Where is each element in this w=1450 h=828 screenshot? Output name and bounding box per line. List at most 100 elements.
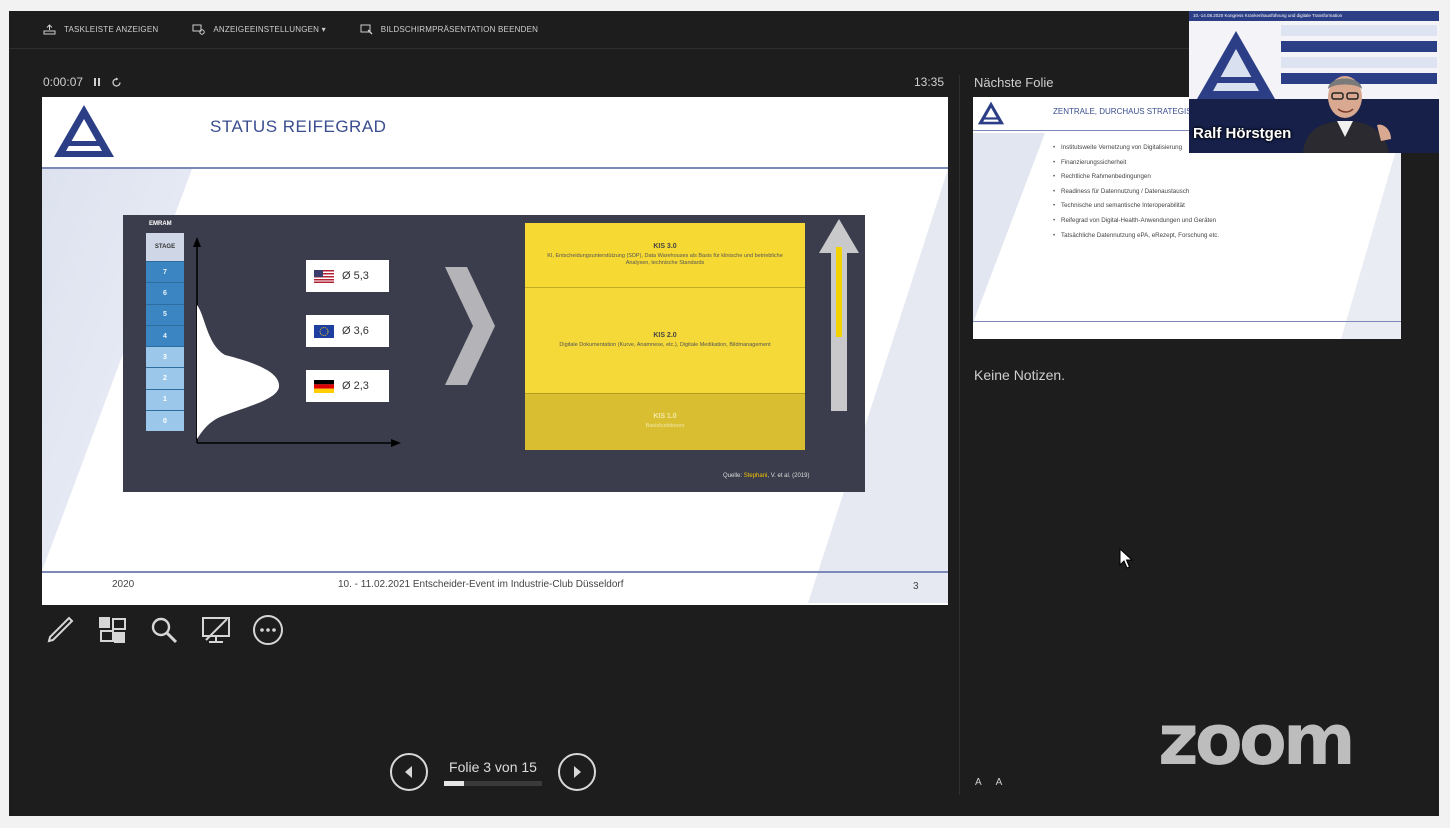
- slide-header-line: [42, 167, 948, 169]
- zoom-watermark: zoom: [1158, 699, 1356, 781]
- slide-counter-label: Folie 3 von 15: [449, 758, 537, 775]
- clock: 13:35: [914, 75, 945, 89]
- stage-column: STAGE 7 6 5 4 3 2 1 0: [146, 233, 184, 447]
- stage-cell: 1: [146, 388, 184, 411]
- magnifier-icon: [151, 617, 178, 644]
- next-slide-button[interactable]: [558, 753, 596, 791]
- stage-header: STAGE: [146, 233, 184, 261]
- pen-icon: [47, 616, 74, 643]
- next-slide-bullet: Tatsächliche Datennutzung ePA, eRezept, …: [1053, 229, 1219, 244]
- presenter-view: TASKLEISTE ANZEIGEN ANZEIGEEINSTELLUNGEN…: [9, 11, 1439, 816]
- slide-navigation: Folie 3 von 15: [390, 753, 596, 791]
- emram-label: EMRAM: [149, 221, 172, 227]
- kis-3-desc: KI, Entscheidungsunterstützung (SDP), Da…: [547, 252, 783, 266]
- de-value: Ø 2,3: [342, 380, 369, 392]
- next-slide-bullet: Finanzierungssicherheit: [1053, 156, 1219, 171]
- eu-flag-icon: [314, 324, 334, 338]
- slide-progress-fill: [444, 780, 464, 786]
- us-value: Ø 5,3: [342, 270, 369, 282]
- next-slide-bullet: Readiness für Datennutzung / Datenaustau…: [1053, 185, 1219, 200]
- restart-icon[interactable]: [111, 77, 122, 88]
- participant-name: Ralf Hörstgen: [1193, 125, 1292, 142]
- source-citation: Quelle: Stephani, V. et al. (2019): [723, 473, 810, 479]
- de-flag-icon: [314, 379, 334, 393]
- kis-2-title: KIS 2.0: [653, 331, 677, 339]
- flag-box-us: Ø 5,3: [306, 260, 389, 292]
- next-slide-footer-line: [973, 321, 1401, 322]
- pen-tool-button[interactable]: [43, 613, 77, 647]
- next-slide-bullet: Technische und semantische Interoperabil…: [1053, 199, 1219, 214]
- video-banner: 10.-14.08.2020 Kongress Krankenhausführu…: [1189, 11, 1439, 21]
- maturity-graphic: EMRAM STAGE 7 6 5 4 3 2 1 0 Ø 5,3 Ø 3,6 …: [123, 215, 865, 492]
- kis-2-box: KIS 2.0 Digitale Dokumentation (Kurve, A…: [525, 287, 805, 393]
- slide-title: STATUS REIFEGRAD: [210, 117, 387, 136]
- show-taskbar-button[interactable]: TASKLEISTE ANZEIGEN: [43, 24, 158, 35]
- source-prefix: Quelle:: [723, 473, 744, 479]
- chevron-right-icon: [445, 267, 495, 385]
- display-settings-button[interactable]: ANZEIGEEINSTELLUNGEN ▾: [192, 24, 326, 35]
- participant-video[interactable]: 10.-14.08.2020 Kongress Krankenhausführu…: [1189, 11, 1439, 153]
- kis-1-desc: Basisfunktionen: [645, 423, 685, 430]
- stage-cell: 2: [146, 367, 184, 389]
- end-slideshow-label: BILDSCHIRMPRÄSENTATION BEENDEN: [380, 25, 539, 34]
- kis-2-desc: Digitale Dokumentation (Kurve, Anamnese,…: [559, 341, 771, 348]
- speaker-notes[interactable]: Keine Notizen.: [974, 367, 1065, 383]
- kis-3-title: KIS 3.0: [653, 242, 677, 250]
- slides-grid-icon: [99, 617, 126, 643]
- end-slideshow-button[interactable]: BILDSCHIRMPRÄSENTATION BEENDEN: [360, 24, 538, 35]
- stage-cell: 0: [146, 410, 184, 432]
- decrease-font-button[interactable]: A: [996, 777, 1003, 788]
- stage-cell: 3: [146, 346, 184, 368]
- more-icon: [253, 615, 283, 645]
- display-settings-label: ANZEIGEEINSTELLUNGEN ▾: [213, 25, 326, 34]
- eu-value: Ø 3,6: [342, 325, 369, 337]
- us-flag-icon: [314, 269, 334, 283]
- taskbar-icon: [43, 24, 56, 35]
- flag-box-eu: Ø 3,6: [306, 315, 389, 347]
- pause-icon[interactable]: [93, 77, 101, 87]
- slide-footer-line: [42, 571, 948, 573]
- stage-cell: 5: [146, 303, 184, 325]
- kis-1-title: KIS 1.0: [653, 413, 677, 421]
- panel-divider[interactable]: [959, 75, 960, 795]
- source-suffix: , V. et al. (2019): [767, 473, 810, 479]
- arrow-left-icon: [405, 766, 412, 778]
- more-options-button[interactable]: [251, 613, 285, 647]
- next-slide-bullet: Reifegrad von Digital-Health-Anwendungen…: [1053, 214, 1219, 229]
- zoom-slide-button[interactable]: [147, 613, 181, 647]
- next-slide-label: Nächste Folie: [974, 75, 1054, 90]
- stage-cell: 6: [146, 282, 184, 304]
- slide-progress-bar: [444, 780, 542, 786]
- arrow-up-icon: [819, 219, 859, 411]
- next-slide-decor-left: [973, 133, 1045, 323]
- video-association-logo-icon: [1197, 31, 1275, 99]
- participant-person: [1303, 76, 1391, 153]
- stage-cell: 7: [146, 261, 184, 283]
- source-author: Stephani: [743, 473, 768, 479]
- notes-font-size: A A: [975, 777, 1002, 788]
- see-all-slides-button[interactable]: [95, 613, 129, 647]
- stage-cell: 4: [146, 324, 184, 347]
- display-settings-icon: [192, 24, 206, 35]
- slide-counter[interactable]: Folie 3 von 15: [444, 759, 542, 786]
- monitor-off-icon: [202, 617, 230, 643]
- video-background-logo: UC San Diego: [1386, 73, 1435, 82]
- slide-footer-year: 2020: [112, 579, 135, 590]
- timer-value: 0:00:07: [43, 75, 84, 89]
- slide-footer-text: 10. - 11.02.2021 Entscheider-Event im In…: [338, 579, 624, 590]
- next-slide-bullet: Rechtliche Rahmenbedingungen: [1053, 170, 1219, 185]
- association-logo-icon: [54, 105, 114, 157]
- black-screen-button[interactable]: [199, 613, 233, 647]
- next-slide-bullets: Institutsweite Vernetzung von Digitalisi…: [1053, 141, 1219, 243]
- arrow-right-icon: [574, 766, 581, 778]
- timer: 0:00:07: [43, 75, 122, 89]
- kis-3-box: KIS 3.0 KI, Entscheidungsunterstützung (…: [525, 223, 805, 287]
- current-slide: STATUS REIFEGRAD EMRAM STAGE 7 6 5 4 3 2…: [42, 97, 948, 605]
- slide-tools: [43, 613, 285, 647]
- kis-1-box: KIS 1.0 Basisfunktionen: [525, 393, 805, 450]
- previous-slide-button[interactable]: [390, 753, 428, 791]
- next-slide-logo-icon: [977, 101, 1005, 125]
- mouse-cursor-icon: [1119, 548, 1133, 569]
- increase-font-button[interactable]: A: [975, 777, 982, 788]
- end-slideshow-icon: [360, 24, 373, 35]
